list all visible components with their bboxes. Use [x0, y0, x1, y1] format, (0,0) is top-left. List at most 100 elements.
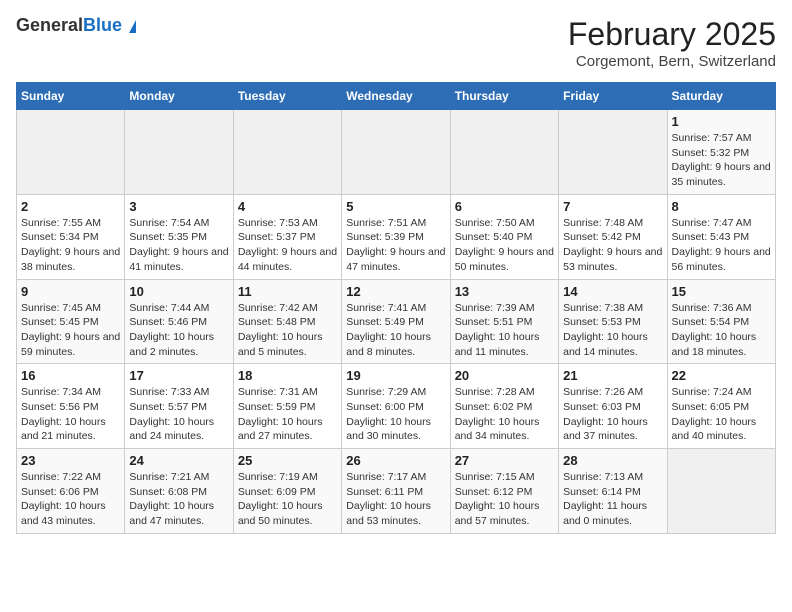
- calendar-cell: 6 Sunrise: 7:50 AMSunset: 5:40 PMDaylight…: [450, 194, 558, 279]
- weekday-header-thursday: Thursday: [450, 83, 558, 110]
- calendar-cell: 12 Sunrise: 7:41 AMSunset: 5:49 PMDayligh…: [342, 279, 450, 364]
- day-number: 21: [563, 368, 662, 383]
- calendar-cell: 26 Sunrise: 7:17 AMSunset: 6:11 PMDayligh…: [342, 449, 450, 534]
- calendar-cell: [342, 110, 450, 195]
- day-info: Sunrise: 7:53 AMSunset: 5:37 PMDaylight:…: [238, 216, 337, 275]
- day-number: 23: [21, 453, 120, 468]
- calendar-cell: 25Sunrise: 7:19 AMSunset: 6:09 PMDayligh…: [233, 449, 341, 534]
- day-info: Sunrise: 7:48 AMSunset: 5:42 PMDaylight:…: [563, 216, 662, 275]
- day-info: Sunrise: 7:34 AMSunset: 5:56 PMDaylight:…: [21, 385, 120, 444]
- weekday-header-wednesday: Wednesday: [342, 83, 450, 110]
- day-info: Sunrise: 7:41 AMSunset: 5:49 PMDaylight:…: [346, 301, 445, 360]
- calendar-cell: 21 Sunrise: 7:26 AMSunset: 6:03 PMDayligh…: [559, 364, 667, 449]
- day-number: 24: [129, 453, 228, 468]
- calendar-cell: 3Sunrise: 7:54 AMSunset: 5:35 PMDaylight…: [125, 194, 233, 279]
- day-info: Sunrise: 7:36 AMSunset: 5:54 PMDaylight:…: [672, 301, 771, 360]
- day-info: Sunrise: 7:45 AMSunset: 5:45 PMDaylight:…: [21, 301, 120, 360]
- day-info: Sunrise: 7:57 AMSunset: 5:32 PMDaylight:…: [672, 131, 771, 190]
- calendar-cell: 17 Sunrise: 7:33 AMSunset: 5:57 PMDayligh…: [125, 364, 233, 449]
- calendar-cell: 10 Sunrise: 7:44 AMSunset: 5:46 PMDayligh…: [125, 279, 233, 364]
- page-header: GeneralBlue February 2025 Corgemont, Ber…: [16, 16, 776, 70]
- calendar-cell: [667, 449, 775, 534]
- day-info: Sunrise: 7:22 AMSunset: 6:06 PMDaylight:…: [21, 470, 120, 529]
- calendar-cell: 14 Sunrise: 7:38 AMSunset: 5:53 PMDayligh…: [559, 279, 667, 364]
- day-info: Sunrise: 7:39 AMSunset: 5:51 PMDaylight:…: [455, 301, 554, 360]
- day-info: Sunrise: 7:15 AMSunset: 6:12 PMDaylight:…: [455, 470, 554, 529]
- calendar-title: February 2025: [568, 16, 776, 53]
- calendar-week-row: 9 Sunrise: 7:45 AMSunset: 5:45 PMDaylight…: [17, 279, 776, 364]
- calendar-cell: [233, 110, 341, 195]
- day-number: 8: [672, 199, 771, 214]
- day-number: 19: [346, 368, 445, 383]
- day-number: 5: [346, 199, 445, 214]
- day-number: 3: [129, 199, 228, 214]
- day-number: 6: [455, 199, 554, 214]
- calendar-cell: 23 Sunrise: 7:22 AMSunset: 6:06 PMDayligh…: [17, 449, 125, 534]
- day-info: Sunrise: 7:17 AMSunset: 6:11 PMDaylight:…: [346, 470, 445, 529]
- day-number: 11: [238, 284, 337, 299]
- day-number: 10: [129, 284, 228, 299]
- title-block: February 2025 Corgemont, Bern, Switzerla…: [568, 16, 776, 70]
- day-number: 20: [455, 368, 554, 383]
- calendar-week-row: 1 Sunrise: 7:57 AMSunset: 5:32 PMDaylight…: [17, 110, 776, 195]
- calendar-cell: 28Sunrise: 7:13 AMSunset: 6:14 PMDayligh…: [559, 449, 667, 534]
- calendar-cell: 1 Sunrise: 7:57 AMSunset: 5:32 PMDaylight…: [667, 110, 775, 195]
- calendar-cell: 11 Sunrise: 7:42 AMSunset: 5:48 PMDayligh…: [233, 279, 341, 364]
- day-number: 2: [21, 199, 120, 214]
- weekday-header-sunday: Sunday: [17, 83, 125, 110]
- calendar-table: SundayMondayTuesdayWednesdayThursdayFrid…: [16, 82, 776, 534]
- calendar-cell: [125, 110, 233, 195]
- day-number: 26: [346, 453, 445, 468]
- day-info: Sunrise: 7:29 AMSunset: 6:00 PMDaylight:…: [346, 385, 445, 444]
- calendar-cell: 19 Sunrise: 7:29 AMSunset: 6:00 PMDayligh…: [342, 364, 450, 449]
- day-number: 4: [238, 199, 337, 214]
- day-number: 13: [455, 284, 554, 299]
- day-info: Sunrise: 7:44 AMSunset: 5:46 PMDaylight:…: [129, 301, 228, 360]
- day-number: 25: [238, 453, 337, 468]
- day-info: Sunrise: 7:51 AMSunset: 5:39 PMDaylight:…: [346, 216, 445, 275]
- day-info: Sunrise: 7:50 AMSunset: 5:40 PMDaylight:…: [455, 216, 554, 275]
- logo-triangle-icon: [129, 20, 136, 33]
- calendar-cell: 15 Sunrise: 7:36 AMSunset: 5:54 PMDayligh…: [667, 279, 775, 364]
- calendar-body: 1 Sunrise: 7:57 AMSunset: 5:32 PMDaylight…: [17, 110, 776, 534]
- day-number: 7: [563, 199, 662, 214]
- day-info: Sunrise: 7:13 AMSunset: 6:14 PMDaylight:…: [563, 470, 662, 529]
- logo-blue: Blue: [83, 15, 122, 35]
- calendar-cell: 5 Sunrise: 7:51 AMSunset: 5:39 PMDaylight…: [342, 194, 450, 279]
- day-number: 27: [455, 453, 554, 468]
- day-info: Sunrise: 7:21 AMSunset: 6:08 PMDaylight:…: [129, 470, 228, 529]
- calendar-cell: 7 Sunrise: 7:48 AMSunset: 5:42 PMDaylight…: [559, 194, 667, 279]
- day-info: Sunrise: 7:33 AMSunset: 5:57 PMDaylight:…: [129, 385, 228, 444]
- calendar-cell: 2 Sunrise: 7:55 AMSunset: 5:34 PMDaylight…: [17, 194, 125, 279]
- calendar-cell: 9 Sunrise: 7:45 AMSunset: 5:45 PMDaylight…: [17, 279, 125, 364]
- day-info: Sunrise: 7:47 AMSunset: 5:43 PMDaylight:…: [672, 216, 771, 275]
- day-info: Sunrise: 7:26 AMSunset: 6:03 PMDaylight:…: [563, 385, 662, 444]
- day-info: Sunrise: 7:55 AMSunset: 5:34 PMDaylight:…: [21, 216, 120, 275]
- calendar-cell: 13 Sunrise: 7:39 AMSunset: 5:51 PMDayligh…: [450, 279, 558, 364]
- weekday-header-tuesday: Tuesday: [233, 83, 341, 110]
- calendar-cell: 27 Sunrise: 7:15 AMSunset: 6:12 PMDayligh…: [450, 449, 558, 534]
- day-info: Sunrise: 7:24 AMSunset: 6:05 PMDaylight:…: [672, 385, 771, 444]
- calendar-cell: 8 Sunrise: 7:47 AMSunset: 5:43 PMDaylight…: [667, 194, 775, 279]
- calendar-cell: [450, 110, 558, 195]
- calendar-cell: 24 Sunrise: 7:21 AMSunset: 6:08 PMDayligh…: [125, 449, 233, 534]
- day-info: Sunrise: 7:38 AMSunset: 5:53 PMDaylight:…: [563, 301, 662, 360]
- day-info: Sunrise: 7:31 AMSunset: 5:59 PMDaylight:…: [238, 385, 337, 444]
- calendar-cell: 18 Sunrise: 7:31 AMSunset: 5:59 PMDayligh…: [233, 364, 341, 449]
- day-number: 17: [129, 368, 228, 383]
- logo: GeneralBlue: [16, 16, 136, 36]
- day-number: 18: [238, 368, 337, 383]
- weekday-header-row: SundayMondayTuesdayWednesdayThursdayFrid…: [17, 83, 776, 110]
- day-info: Sunrise: 7:42 AMSunset: 5:48 PMDaylight:…: [238, 301, 337, 360]
- day-number: 9: [21, 284, 120, 299]
- day-number: 14: [563, 284, 662, 299]
- day-number: 12: [346, 284, 445, 299]
- day-number: 22: [672, 368, 771, 383]
- calendar-cell: [559, 110, 667, 195]
- day-number: 1: [672, 114, 771, 129]
- day-number: 15: [672, 284, 771, 299]
- calendar-cell: 16Sunrise: 7:34 AMSunset: 5:56 PMDayligh…: [17, 364, 125, 449]
- calendar-cell: 4 Sunrise: 7:53 AMSunset: 5:37 PMDaylight…: [233, 194, 341, 279]
- calendar-cell: 20Sunrise: 7:28 AMSunset: 6:02 PMDayligh…: [450, 364, 558, 449]
- calendar-subtitle: Corgemont, Bern, Switzerland: [568, 53, 776, 70]
